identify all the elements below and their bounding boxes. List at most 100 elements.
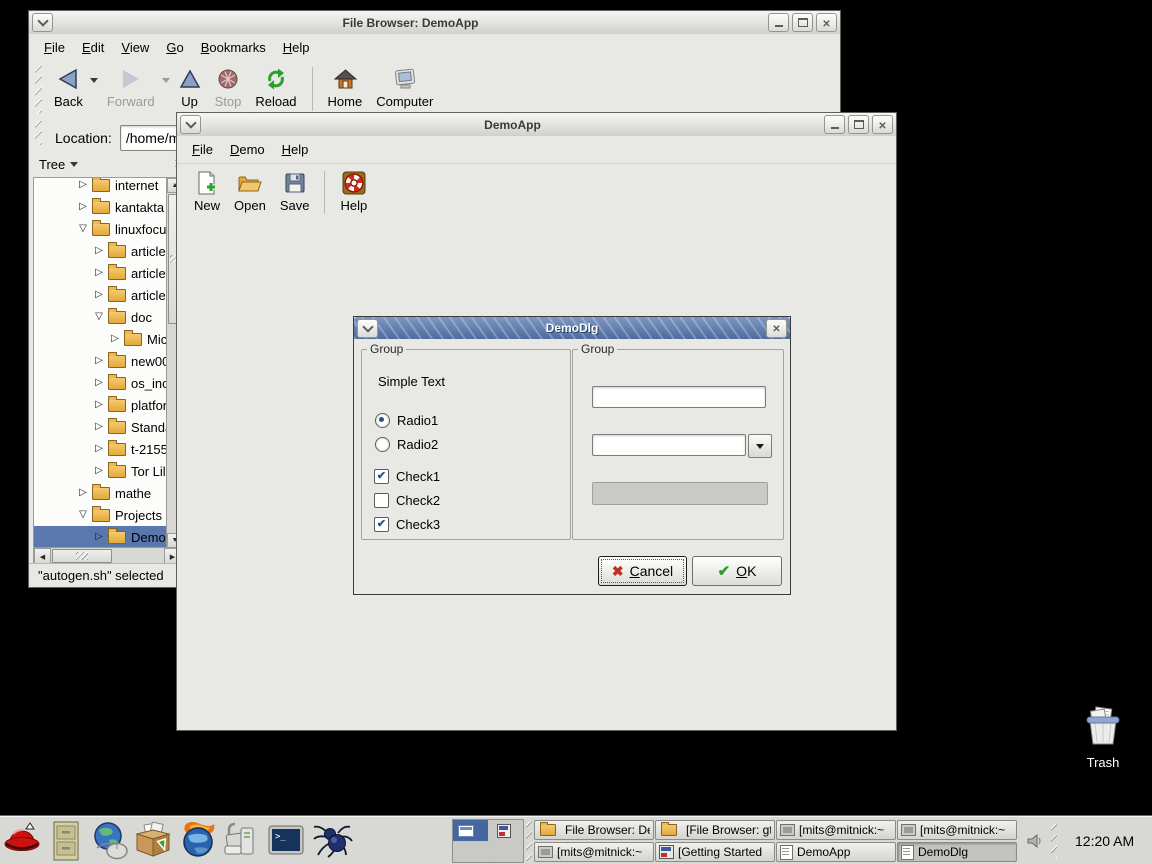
taskbar-window-button[interactable]: [mits@mitnick:~	[776, 820, 896, 840]
stop-button[interactable]: Stop	[208, 64, 249, 111]
tree-item[interactable]: article	[34, 240, 167, 262]
text-input[interactable]	[592, 386, 766, 408]
taskbar-window-button[interactable]: DemoApp	[776, 842, 896, 862]
tree-item[interactable]: Tor Lil	[34, 460, 167, 482]
horizontal-scroll-thumb[interactable]	[52, 549, 112, 563]
side-pane-header[interactable]: Tree ✕	[33, 151, 191, 177]
taskbar-window-button[interactable]: [mits@mitnick:~	[534, 842, 654, 862]
up-button[interactable]: Up	[172, 64, 208, 111]
tree-expander-icon[interactable]	[108, 334, 122, 344]
menu-item[interactable]: Edit	[82, 40, 104, 55]
tree-item[interactable]: mathe	[34, 482, 167, 504]
tree-expander-icon[interactable]	[92, 532, 106, 542]
home-button[interactable]: Home	[321, 64, 370, 111]
radio-icon[interactable]	[375, 437, 390, 452]
tree-item[interactable]: Mic	[34, 328, 167, 350]
taskbar-window-button[interactable]: File Browser: De	[534, 820, 654, 840]
radio-icon[interactable]	[375, 413, 390, 428]
menu-item[interactable]: Bookmarks	[201, 40, 266, 55]
workspace-3[interactable]	[453, 842, 488, 863]
tree-item[interactable]: linuxfocu	[34, 218, 167, 240]
ok-button[interactable]: ✔ OK	[692, 556, 782, 586]
tree-expander-icon[interactable]	[92, 444, 106, 454]
launcher-terminal[interactable]: >_	[264, 819, 308, 863]
maximize-button[interactable]	[792, 13, 813, 32]
tree-expander-icon[interactable]	[76, 202, 90, 212]
tree-expander-icon[interactable]	[92, 378, 106, 388]
demoapp-titlebar[interactable]: DemoApp	[177, 113, 896, 137]
tree-item[interactable]: article	[34, 262, 167, 284]
open-button[interactable]: Open	[227, 168, 273, 215]
locbar-drag-handle[interactable]	[35, 121, 42, 145]
tree-expander-icon[interactable]	[92, 246, 106, 256]
tree-expander-icon[interactable]	[76, 488, 90, 498]
help-button[interactable]: Help	[333, 168, 374, 215]
menu-item[interactable]: Demo	[230, 142, 265, 157]
taskbar-window-button[interactable]: [Getting Started	[655, 842, 775, 862]
tree-item[interactable]: kantakta	[34, 196, 167, 218]
taskbar-window-button[interactable]: [File Browser: gt	[655, 820, 775, 840]
computer-button[interactable]: Computer	[369, 64, 440, 111]
tree-expander-icon[interactable]	[76, 510, 90, 520]
tray-drag-handle[interactable]	[1051, 824, 1057, 858]
minimize-button[interactable]	[824, 115, 845, 134]
menu-item[interactable]: File	[192, 142, 213, 157]
menu-item[interactable]: File	[44, 40, 65, 55]
tree-item[interactable]: Projects	[34, 504, 167, 526]
maximize-button[interactable]	[848, 115, 869, 134]
taskbar-window-button[interactable]: DemoDlg	[897, 842, 1017, 862]
checkbox-icon[interactable]	[374, 493, 389, 508]
menu-item[interactable]: Help	[283, 40, 310, 55]
checkbox-icon[interactable]	[374, 517, 389, 532]
tree-item[interactable]: t-2155	[34, 438, 167, 460]
checkbox-option[interactable]: Check3	[374, 512, 440, 536]
menu-item[interactable]: View	[121, 40, 149, 55]
checkbox-option[interactable]: Check2	[374, 488, 440, 512]
combo-dropdown-button[interactable]	[748, 434, 772, 458]
desktop-icon-trash[interactable]: Trash	[1072, 704, 1134, 770]
new-button[interactable]: New	[187, 168, 227, 215]
launcher-web-browser-globe[interactable]	[88, 819, 132, 863]
workspace-1-active[interactable]	[453, 820, 488, 841]
tree-item[interactable]: internet	[34, 177, 167, 196]
back-dropdown-icon[interactable]	[90, 78, 98, 83]
forward-button[interactable]: Forward	[100, 64, 162, 111]
tree-expander-icon[interactable]	[92, 400, 106, 410]
close-button[interactable]	[816, 13, 837, 32]
launcher-package-manager[interactable]	[132, 819, 176, 863]
radio-option[interactable]: Radio2	[375, 432, 438, 456]
cancel-button[interactable]: ✖ Cancel	[598, 556, 687, 586]
taskbar-window-button[interactable]: [mits@mitnick:~	[897, 820, 1017, 840]
forward-dropdown-icon[interactable]	[162, 78, 170, 83]
tree-item[interactable]: platfor	[34, 394, 167, 416]
tree-expander-icon[interactable]	[92, 312, 106, 322]
reload-button[interactable]: Reload	[248, 64, 303, 111]
save-button[interactable]: Save	[273, 168, 317, 215]
workspace-4[interactable]	[489, 842, 524, 863]
tree-expander-icon[interactable]	[76, 224, 90, 234]
tree-item[interactable]: Demo	[34, 526, 167, 548]
minimize-button[interactable]	[768, 13, 789, 32]
combo-input[interactable]	[592, 434, 746, 456]
close-button[interactable]	[766, 319, 787, 338]
launcher-printer[interactable]	[220, 819, 264, 863]
tree-expander-icon[interactable]	[92, 422, 106, 432]
tree-item[interactable]: article	[34, 284, 167, 306]
window-menu-button[interactable]	[180, 115, 201, 134]
file-browser-titlebar[interactable]: File Browser: DemoApp	[29, 11, 840, 35]
tree-expander-icon[interactable]	[92, 356, 106, 366]
demodlg-titlebar[interactable]: DemoDlg	[354, 317, 790, 340]
tree-expander-icon[interactable]	[92, 466, 106, 476]
radio-option[interactable]: Radio1	[375, 408, 438, 432]
clock[interactable]: 12:20 AM	[1075, 833, 1134, 849]
tree-item[interactable]: Standa	[34, 416, 167, 438]
tree-expander-icon[interactable]	[92, 290, 106, 300]
window-menu-button[interactable]	[32, 13, 53, 32]
window-menu-button[interactable]	[357, 319, 378, 338]
launcher-spider[interactable]	[308, 819, 356, 863]
toolbar-drag-handle[interactable]	[35, 66, 42, 113]
volume-icon[interactable]	[1027, 833, 1043, 849]
checkbox-icon[interactable]	[374, 469, 389, 484]
checkbox-option[interactable]: Check1	[374, 464, 440, 488]
workspace-switcher[interactable]	[452, 819, 524, 863]
